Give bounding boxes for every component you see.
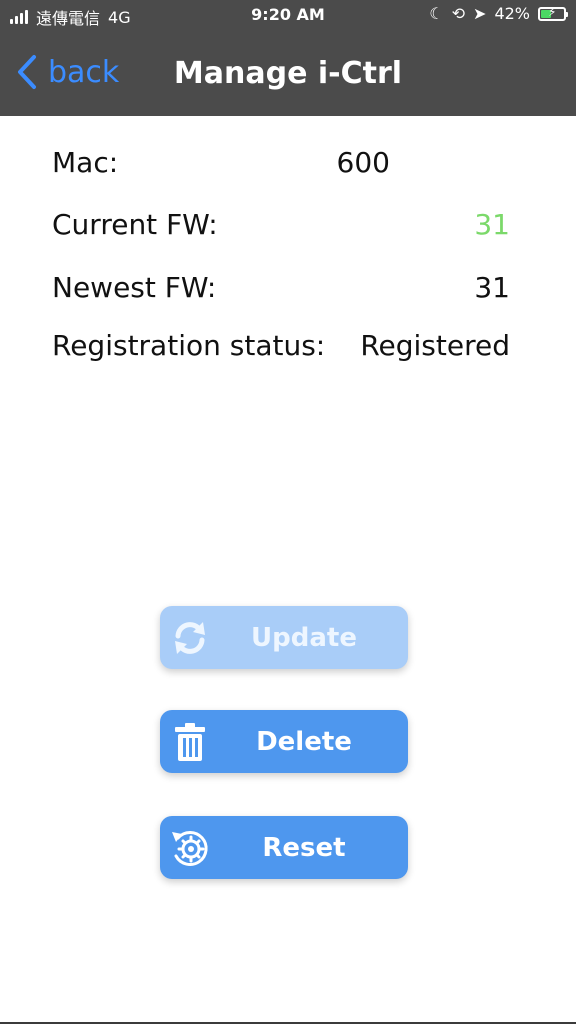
- update-label: Update: [251, 622, 357, 653]
- mac-row: Mac: 600: [52, 146, 510, 179]
- mac-label: Mac:: [52, 146, 119, 179]
- trash-icon: [160, 722, 220, 762]
- update-button[interactable]: Update: [160, 606, 408, 669]
- delete-button[interactable]: Delete: [160, 710, 408, 773]
- navigation-bar: back Manage i-Ctrl: [0, 30, 576, 116]
- registration-row: Registration status: Registered: [52, 329, 510, 362]
- current-fw-value: 31: [474, 208, 510, 241]
- battery-charging-icon: ⚡: [538, 5, 568, 21]
- reset-gear-icon: [160, 826, 220, 870]
- status-right: ☾ ⟲ ➤ 42% ⚡: [429, 4, 568, 23]
- delete-label: Delete: [256, 726, 352, 757]
- mac-value: 600: [336, 146, 390, 179]
- registration-value: Registered: [360, 329, 510, 362]
- moon-icon: ☾: [429, 4, 444, 23]
- battery-percent: 42%: [494, 4, 530, 23]
- current-fw-label: Current FW:: [52, 208, 218, 241]
- redacted-area: [390, 151, 510, 177]
- newest-fw-value: 31: [474, 271, 510, 304]
- registration-label: Registration status:: [52, 329, 326, 362]
- reset-label: Reset: [262, 832, 346, 863]
- status-bar: 遠傳電信 4G 9:20 AM ☾ ⟲ ➤ 42% ⚡: [0, 0, 576, 30]
- newest-fw-label: Newest FW:: [52, 271, 217, 304]
- mac-value-wrap: 600: [337, 146, 510, 179]
- reset-button[interactable]: Reset: [160, 816, 408, 879]
- page-title: Manage i-Ctrl: [173, 56, 403, 91]
- newest-fw-row: Newest FW: 31: [52, 271, 510, 304]
- rotation-lock-icon: ⟲: [451, 4, 466, 23]
- current-fw-row: Current FW: 31: [52, 208, 510, 241]
- refresh-icon: [160, 618, 220, 658]
- location-icon: ➤: [473, 4, 487, 23]
